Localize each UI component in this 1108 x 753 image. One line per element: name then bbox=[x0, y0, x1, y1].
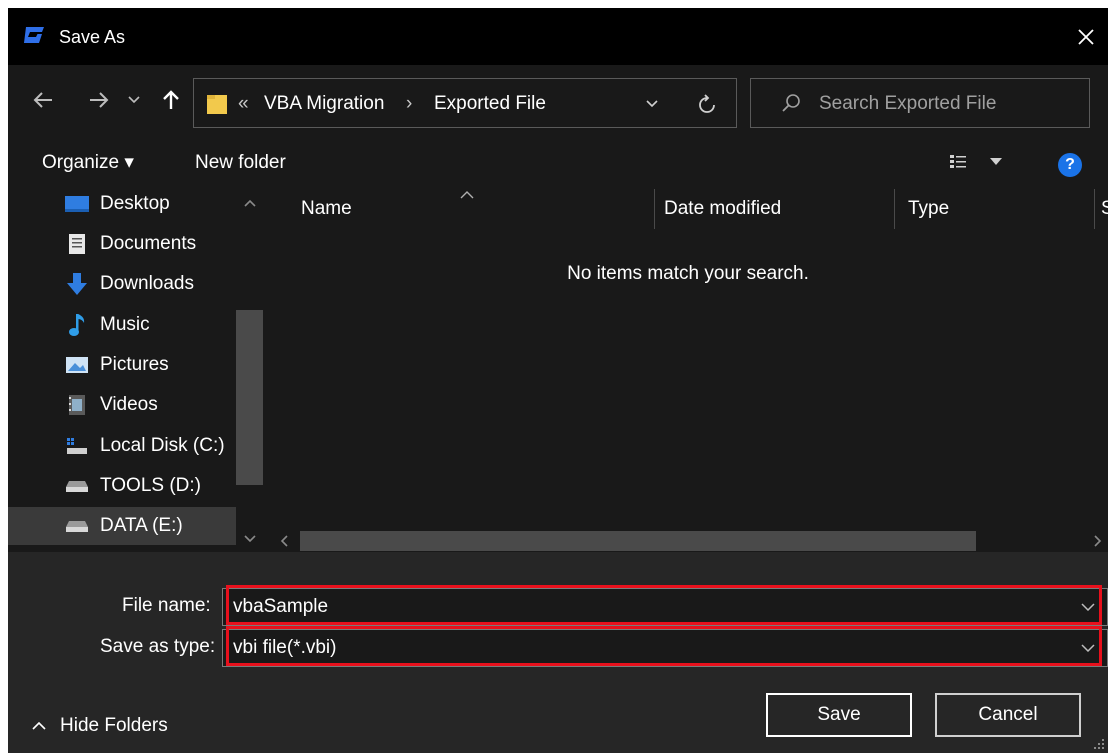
music-icon bbox=[64, 313, 90, 337]
nav-scrollbar-thumb[interactable] bbox=[236, 310, 263, 485]
breadcrumb-overflow[interactable]: « bbox=[238, 92, 249, 116]
chevron-up-icon bbox=[32, 722, 46, 730]
sidebar-item-label: Documents bbox=[100, 233, 197, 254]
desktop-icon bbox=[64, 192, 90, 216]
column-divider[interactable] bbox=[894, 189, 895, 229]
sidebar-item-tools-drive[interactable]: TOOLS (D:) bbox=[64, 467, 236, 505]
column-divider[interactable] bbox=[654, 189, 655, 229]
search-box[interactable]: Search Exported File bbox=[750, 78, 1090, 128]
file-list: Name Date modified Type S No items match… bbox=[268, 185, 1108, 552]
sidebar-item-label: Music bbox=[100, 314, 150, 335]
back-button[interactable] bbox=[30, 87, 56, 113]
scroll-down-icon bbox=[244, 535, 256, 543]
back-arrow-icon bbox=[33, 92, 52, 108]
column-header-name[interactable]: Name bbox=[301, 185, 352, 233]
sidebar-item-label: Videos bbox=[100, 394, 158, 415]
help-button[interactable]: ? bbox=[1058, 153, 1082, 177]
scroll-right-icon bbox=[1094, 535, 1102, 547]
downloads-icon bbox=[64, 272, 90, 296]
address-divider bbox=[674, 79, 675, 127]
hide-folders-button[interactable]: Hide Folders bbox=[32, 714, 168, 738]
sidebar-item-label: DATA (E:) bbox=[100, 515, 183, 536]
sidebar-item-local-disk[interactable]: Local Disk (C:) bbox=[64, 427, 236, 465]
nav-scrollbar[interactable] bbox=[236, 185, 264, 552]
documents-icon bbox=[64, 232, 90, 256]
refresh-button[interactable] bbox=[694, 91, 720, 117]
chevron-down-icon bbox=[646, 100, 658, 108]
refresh-icon bbox=[699, 94, 715, 113]
save-options-panel: File name: vbaSample Save as type: vbi f… bbox=[8, 552, 1108, 753]
save-type-value: vbi file(*.vbi) bbox=[233, 637, 337, 658]
save-type-label: Save as type: bbox=[100, 636, 216, 657]
file-name-input[interactable]: vbaSample bbox=[233, 595, 328, 619]
forward-button[interactable] bbox=[86, 87, 112, 113]
up-arrow-icon bbox=[163, 90, 179, 109]
search-input[interactable]: Search Exported File bbox=[819, 92, 996, 116]
up-button[interactable] bbox=[158, 87, 184, 113]
drive-icon bbox=[64, 474, 90, 498]
command-bar: Organize ▾ New folder ? bbox=[8, 141, 1108, 185]
sidebar-item-desktop[interactable]: Desktop bbox=[64, 185, 236, 223]
view-details-icon bbox=[950, 155, 966, 168]
chevron-down-icon bbox=[128, 96, 140, 104]
file-name-label: File name: bbox=[122, 595, 211, 616]
caret-down-icon bbox=[990, 158, 1002, 165]
pictures-icon bbox=[64, 353, 90, 377]
horizontal-scrollbar-thumb[interactable] bbox=[300, 531, 976, 551]
column-header-size[interactable]: S bbox=[1101, 185, 1108, 233]
column-divider[interactable] bbox=[1094, 189, 1095, 229]
sort-ascending-icon bbox=[460, 191, 474, 199]
breadcrumb-separator: › bbox=[406, 93, 413, 114]
address-bar[interactable]: « VBA Migration › Exported File bbox=[193, 78, 737, 128]
breadcrumb-vba-migration[interactable]: VBA Migration bbox=[264, 92, 384, 116]
close-button[interactable] bbox=[1064, 8, 1108, 65]
scroll-left-icon bbox=[280, 535, 288, 547]
close-icon bbox=[1078, 28, 1094, 45]
breadcrumb-exported-file[interactable]: Exported File bbox=[434, 92, 546, 116]
sidebar-item-downloads[interactable]: Downloads bbox=[64, 265, 236, 303]
sidebar-item-data-drive[interactable]: DATA (E:) bbox=[8, 507, 236, 545]
title-bar: Save As bbox=[8, 8, 1108, 65]
navigation-pane: Desktop Documents Downloads Music Pictur… bbox=[8, 185, 264, 552]
sidebar-item-pictures[interactable]: Pictures bbox=[64, 346, 236, 384]
forward-arrow-icon bbox=[90, 92, 109, 108]
cancel-button[interactable]: Cancel bbox=[935, 693, 1081, 737]
sidebar-item-label: Desktop bbox=[100, 193, 170, 214]
search-icon bbox=[782, 94, 800, 112]
resize-grip-icon[interactable] bbox=[1092, 737, 1106, 751]
view-options-button[interactable] bbox=[948, 152, 1002, 172]
folder-icon bbox=[207, 95, 227, 114]
scroll-up-icon bbox=[244, 199, 256, 207]
sidebar-item-videos[interactable]: Videos bbox=[64, 386, 236, 424]
address-dropdown-button[interactable] bbox=[640, 92, 664, 116]
recent-locations-button[interactable] bbox=[126, 87, 142, 113]
file-name-field[interactable]: vbaSample bbox=[222, 588, 1108, 626]
help-icon: ? bbox=[1065, 156, 1075, 173]
sidebar-item-label: Local Disk (C:) bbox=[100, 435, 225, 456]
sidebar-item-music[interactable]: Music bbox=[64, 306, 236, 344]
sidebar-item-label: TOOLS (D:) bbox=[100, 475, 201, 496]
videos-icon bbox=[64, 393, 90, 417]
chevron-down-icon bbox=[1081, 603, 1095, 611]
app-logo-icon bbox=[24, 27, 44, 43]
column-header-date-modified[interactable]: Date modified bbox=[664, 185, 781, 233]
drive-icon bbox=[64, 514, 90, 538]
save-type-dropdown-button[interactable] bbox=[1077, 637, 1099, 659]
file-name-dropdown-button[interactable] bbox=[1077, 596, 1099, 618]
chevron-down-icon bbox=[1081, 644, 1095, 652]
save-type-select[interactable]: vbi file(*.vbi) bbox=[222, 629, 1108, 667]
new-folder-button[interactable]: New folder bbox=[195, 151, 286, 175]
empty-message: No items match your search. bbox=[567, 263, 809, 284]
address-row: « VBA Migration › Exported File Search E… bbox=[8, 65, 1108, 141]
column-header-type[interactable]: Type bbox=[908, 185, 949, 233]
horizontal-scrollbar[interactable] bbox=[268, 530, 1108, 552]
sidebar-item-documents[interactable]: Documents bbox=[64, 225, 236, 263]
local-disk-icon bbox=[64, 434, 90, 458]
organize-button[interactable]: Organize ▾ bbox=[42, 151, 134, 175]
save-as-dialog: Save As « VBA Migration › Exported File … bbox=[8, 8, 1108, 753]
sidebar-item-label: Pictures bbox=[100, 354, 169, 375]
window-title: Save As bbox=[59, 27, 126, 47]
save-button[interactable]: Save bbox=[766, 693, 912, 737]
sidebar-item-label: Downloads bbox=[100, 273, 194, 294]
